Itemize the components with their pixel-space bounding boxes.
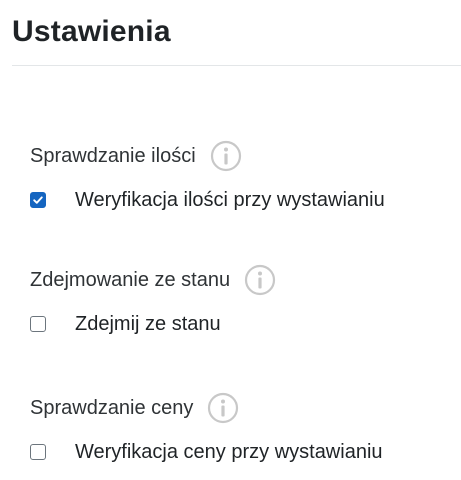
checkbox-row[interactable]: Weryfikacja ilości przy wystawianiu [30,186,450,214]
setting-stock-deduction: Zdejmowanie ze stanu Zdejmij ze stanu [30,264,450,338]
checkbox-label: Weryfikacja ceny przy wystawianiu [75,440,383,463]
section-title: Sprawdzanie ilości [30,144,196,167]
header-divider [12,65,461,66]
info-circle-icon[interactable] [210,140,242,172]
stock-deduction-checkbox[interactable] [30,316,46,332]
info-circle-icon[interactable] [207,392,239,424]
setting-quantity-check: Sprawdzanie ilości Weryfikacja ilości pr… [30,140,450,214]
section-header: Sprawdzanie ilości [30,140,450,172]
section-title: Zdejmowanie ze stanu [30,268,231,291]
price-verification-checkbox[interactable] [30,444,46,460]
checkbox-label: Weryfikacja ilości przy wystawianiu [75,188,385,211]
section-title: Sprawdzanie ceny [30,396,194,419]
info-circle-icon[interactable] [244,264,276,296]
section-header: Zdejmowanie ze stanu [30,264,450,296]
section-header: Sprawdzanie ceny [30,392,450,424]
checkbox-label: Zdejmij ze stanu [75,312,221,335]
setting-price-check: Sprawdzanie ceny Weryfikacja ceny przy w… [30,392,450,466]
checkbox-row[interactable]: Weryfikacja ceny przy wystawianiu [30,438,450,466]
page-title: Ustawienia [12,15,171,48]
checkbox-row[interactable]: Zdejmij ze stanu [30,310,450,338]
quantity-verification-checkbox[interactable] [30,192,46,208]
